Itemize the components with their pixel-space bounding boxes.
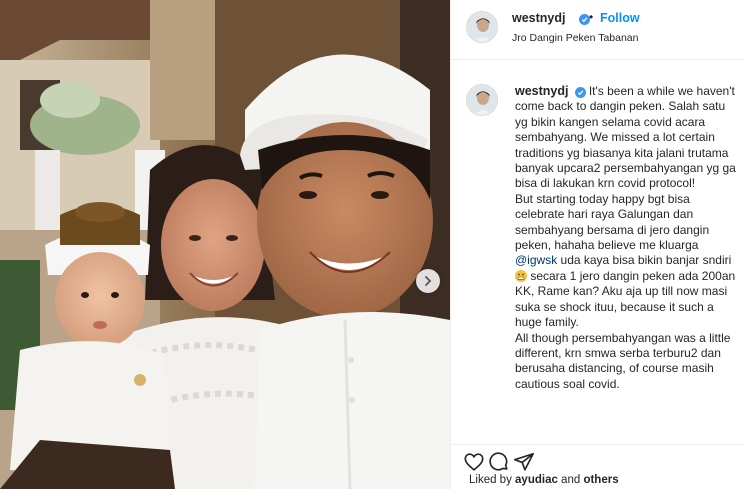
caption-text: westnydj It's been a while we haven't co…	[515, 84, 741, 392]
chevron-right-icon	[423, 276, 433, 286]
caption-section: westnydj It's been a while we haven't co…	[451, 70, 745, 440]
avatar[interactable]	[466, 11, 498, 43]
separator-dot: •	[589, 10, 594, 24]
next-photo-button[interactable]	[416, 269, 440, 293]
location-link[interactable]: Jro Dangin Peken Tabanan	[512, 32, 638, 44]
liked-by-user[interactable]: ayudiac	[515, 474, 558, 486]
caption-body-part1: It's been a while we haven't come back t…	[515, 84, 736, 253]
post-sidebar: westnydj • Follow Jro Dangin Peken Taban…	[450, 0, 745, 489]
caption-avatar[interactable]	[466, 84, 498, 116]
liked-by-text: Liked by ayudiac and others	[469, 474, 619, 486]
liked-by-others[interactable]: others	[583, 474, 618, 486]
caption-username[interactable]: westnydj	[515, 84, 569, 98]
post-header: westnydj • Follow Jro Dangin Peken Taban…	[451, 0, 745, 60]
follow-button[interactable]: Follow	[600, 11, 640, 25]
liked-by-and: and	[557, 474, 584, 486]
caption-body-part3: secara 1 jero dangin peken ada 200an KK,…	[515, 268, 736, 391]
post-photo[interactable]	[0, 0, 450, 489]
verified-badge-icon	[574, 87, 586, 98]
family-photo	[0, 0, 450, 489]
liked-by-prefix: Liked by	[469, 474, 516, 486]
heart-icon[interactable]	[463, 451, 485, 473]
mention-link[interactable]: @igwsk	[515, 253, 557, 267]
action-bar: Liked by ayudiac and others	[451, 444, 745, 489]
caption-body-part2: uda kaya bisa bikin banjar sndiri	[557, 253, 735, 268]
grimacing-emoji-icon	[515, 269, 527, 282]
comment-icon[interactable]	[488, 451, 510, 473]
username[interactable]: westnydj	[512, 11, 566, 25]
paper-plane-icon[interactable]	[513, 451, 535, 473]
